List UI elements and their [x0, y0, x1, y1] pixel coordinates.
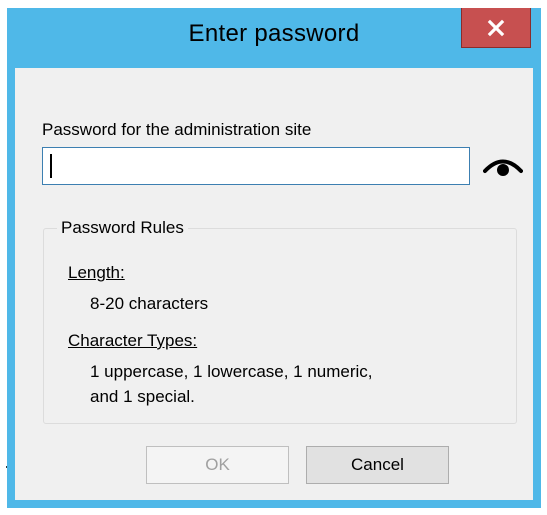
- character-types-text-line2: and 1 special.: [90, 387, 195, 406]
- length-text: 8-20 characters: [90, 294, 209, 313]
- password-input[interactable]: [42, 147, 470, 185]
- eye-icon: [483, 159, 523, 176]
- show-password-toggle[interactable]: [483, 156, 523, 178]
- password-label: Password for the administration site: [42, 120, 312, 139]
- character-types-heading: Character Types:: [68, 331, 198, 350]
- password-rules-group: Password Rules Length: 8-20 characters C…: [43, 218, 517, 424]
- close-icon: [487, 19, 505, 36]
- close-button[interactable]: [461, 8, 531, 48]
- password-rules-title: Password Rules: [57, 218, 188, 238]
- cancel-button[interactable]: Cancel: [306, 446, 449, 484]
- password-dialog: Enter password Password for the administ…: [7, 8, 541, 508]
- ok-button[interactable]: OK: [146, 446, 289, 484]
- text-caret: [50, 154, 52, 178]
- character-types-text-line1: 1 uppercase, 1 lowercase, 1 numeric,: [90, 362, 373, 381]
- dialog-body: Password for the administration site Pas…: [15, 68, 533, 500]
- title-bar[interactable]: Enter password: [7, 8, 541, 66]
- length-heading: Length:: [68, 263, 125, 282]
